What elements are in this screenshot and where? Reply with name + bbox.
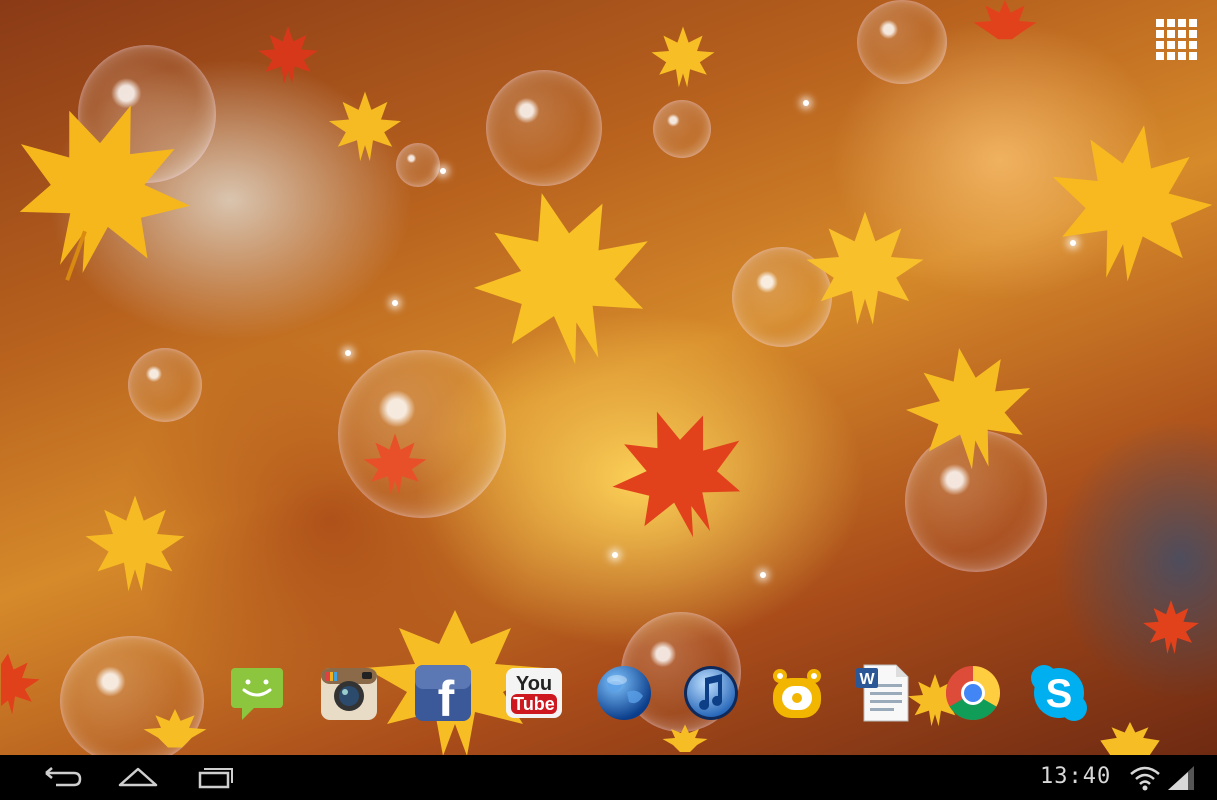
status-clock: 13:40 xyxy=(1040,764,1112,789)
maple-leaf xyxy=(806,211,924,325)
maple-leaf xyxy=(651,26,715,88)
maple-leaf xyxy=(258,26,318,84)
sparkle xyxy=(392,300,398,306)
signal-icon xyxy=(1168,766,1194,790)
bubble xyxy=(486,70,602,186)
music-note-icon xyxy=(684,666,738,720)
back-button[interactable] xyxy=(34,763,86,793)
messaging-icon xyxy=(231,668,283,720)
system-navigation-bar: 13:40 xyxy=(0,755,1217,800)
app-skype[interactable]: S xyxy=(1028,662,1090,724)
apps-grid-icon xyxy=(1156,19,1197,60)
recent-apps-button[interactable] xyxy=(188,763,240,793)
app-facebook[interactable]: f xyxy=(412,662,474,724)
maple-leaf xyxy=(612,411,741,538)
wallpaper xyxy=(0,0,1217,755)
home-icon xyxy=(118,767,158,787)
app-chrome[interactable] xyxy=(942,662,1004,724)
app-instagram[interactable] xyxy=(318,662,380,724)
word-document-icon: W xyxy=(856,664,909,722)
gom-player-icon xyxy=(773,669,821,718)
apps-grid-button[interactable] xyxy=(1153,16,1199,62)
maple-leaf xyxy=(329,91,401,162)
back-icon xyxy=(45,767,82,787)
maple-leaf xyxy=(662,724,708,752)
skype-icon: S xyxy=(1031,665,1087,721)
sparkle xyxy=(345,350,351,356)
sparkle xyxy=(440,168,446,174)
sparkle xyxy=(760,572,766,578)
maple-leaf xyxy=(473,193,648,365)
maple-leaf xyxy=(1143,600,1199,655)
facebook-icon: f xyxy=(415,665,471,724)
sparkle xyxy=(612,552,618,558)
app-word[interactable]: W xyxy=(852,662,914,724)
maple-leaf xyxy=(85,495,185,592)
youtube-label-bottom: Tube xyxy=(513,694,555,714)
maple-leaf xyxy=(143,709,207,748)
app-browser[interactable] xyxy=(593,662,655,724)
recent-apps-icon xyxy=(198,768,233,789)
globe-icon xyxy=(597,666,651,720)
bubble xyxy=(857,0,947,84)
instagram-camera-icon xyxy=(321,668,377,720)
bubble xyxy=(128,348,202,422)
home-button[interactable] xyxy=(112,763,164,793)
maple-leaf xyxy=(19,105,191,281)
maple-leaf xyxy=(363,433,427,495)
maple-leaf xyxy=(1100,722,1160,755)
bubble xyxy=(653,100,711,158)
wifi-icon xyxy=(1130,766,1160,791)
chrome-icon xyxy=(945,666,1001,721)
skype-glyph: S xyxy=(1046,672,1073,716)
app-gom-player[interactable] xyxy=(766,662,828,724)
app-music[interactable] xyxy=(680,662,742,724)
facebook-glyph: f xyxy=(438,671,455,724)
app-youtube[interactable]: You Tube xyxy=(503,662,565,724)
app-messaging[interactable] xyxy=(226,662,288,724)
maple-leaf xyxy=(973,0,1037,40)
youtube-icon: You Tube xyxy=(506,668,562,718)
maple-leaf xyxy=(1052,125,1213,282)
word-glyph: W xyxy=(859,671,875,688)
youtube-label-top: You xyxy=(516,673,552,695)
sparkle xyxy=(803,100,809,106)
maple-leaf xyxy=(1,653,40,715)
maple-leaf xyxy=(906,347,1031,470)
